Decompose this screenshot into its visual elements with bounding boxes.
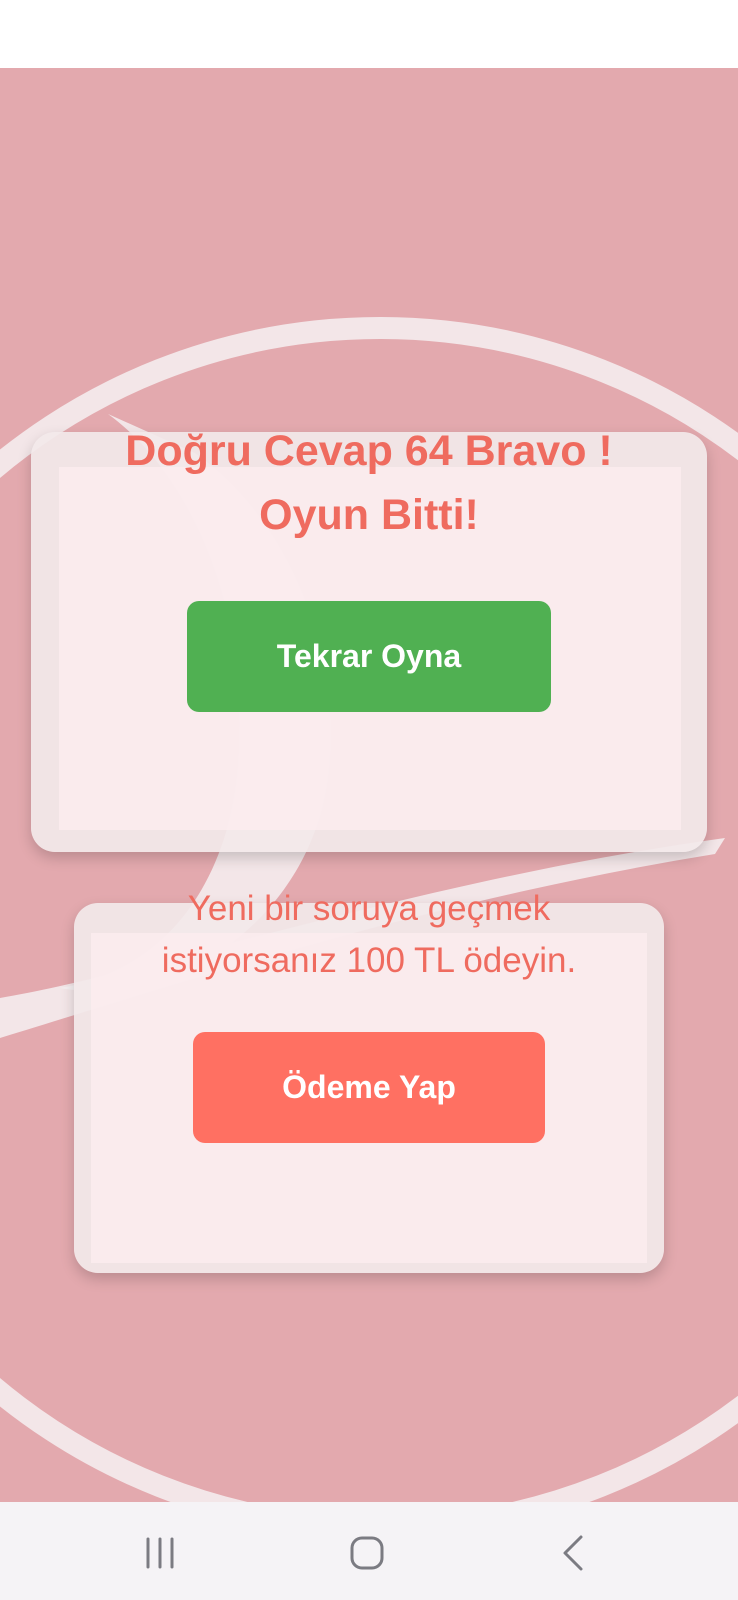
recent-apps-icon [146, 1537, 174, 1569]
payment-button[interactable]: Ödeme Yap [193, 1032, 545, 1143]
game-over-message: Oyun Bitti! [259, 491, 479, 539]
recent-apps-button[interactable] [120, 1520, 200, 1586]
back-icon [563, 1535, 583, 1571]
play-again-button[interactable]: Tekrar Oyna [187, 601, 551, 712]
back-button[interactable] [534, 1520, 614, 1586]
navigation-bar [0, 1502, 738, 1600]
result-message: Doğru Cevap 64 Bravo ! [125, 427, 613, 475]
status-bar [0, 0, 738, 68]
app-background [0, 68, 738, 1502]
payment-card-content: Yeni bir soruya geçmek istiyorsanız 100 … [74, 835, 664, 1205]
payment-prompt-line-1: Yeni bir soruya geçmek [187, 889, 551, 928]
payment-prompt-line-2: istiyorsanız 100 TL ödeyin. [161, 941, 577, 980]
home-icon [350, 1536, 384, 1570]
home-button[interactable] [327, 1520, 407, 1586]
result-card-content: Doğru Cevap 64 Bravo ! Oyun Bitti! Tekra… [31, 364, 707, 784]
